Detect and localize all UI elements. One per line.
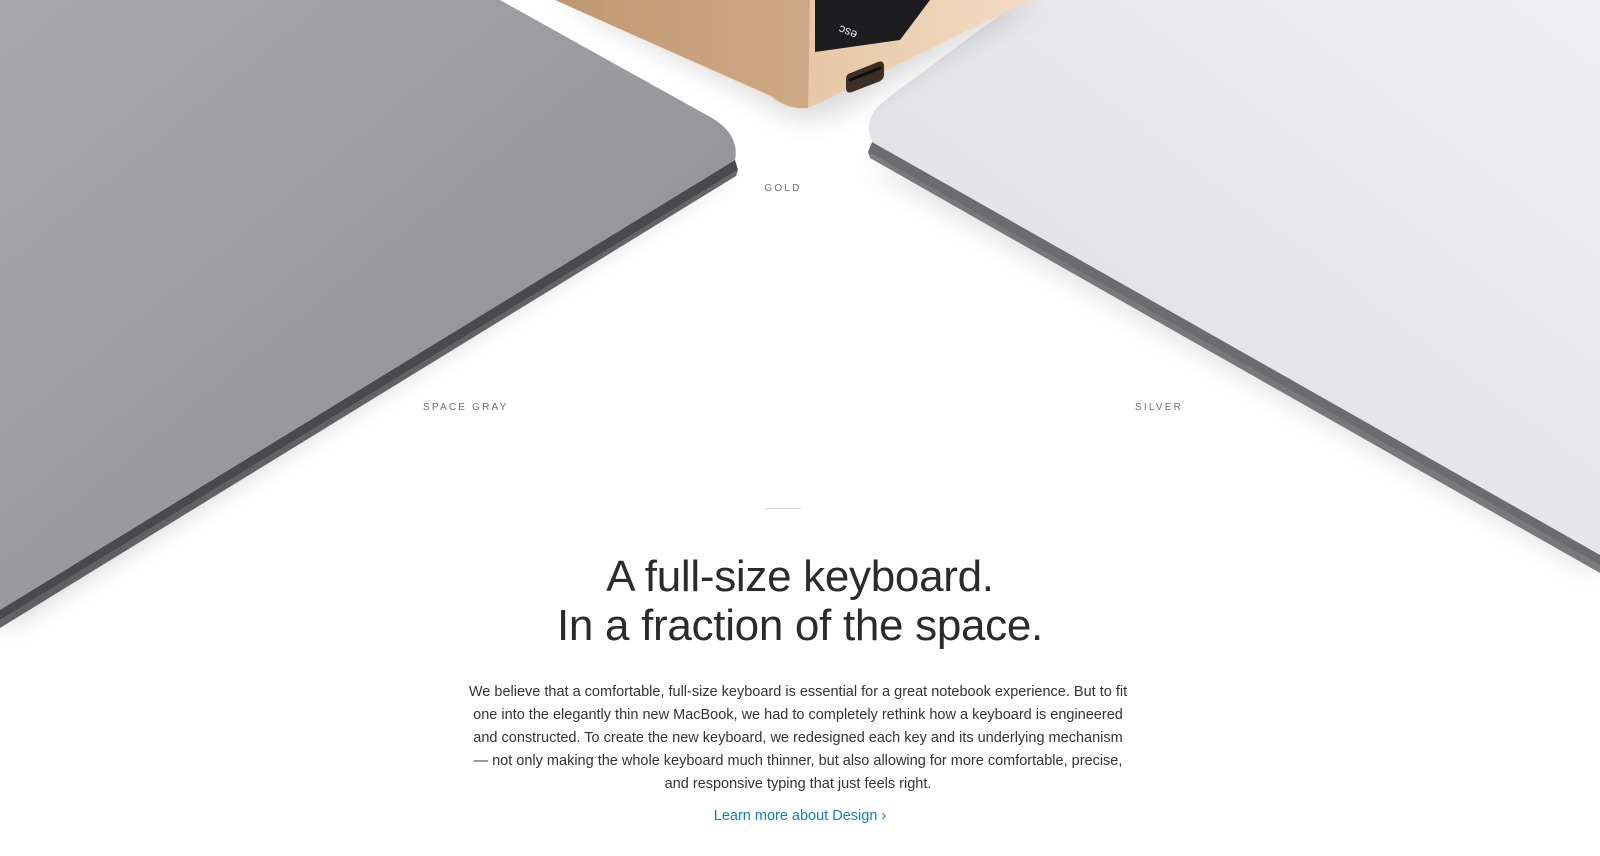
space-gray-macbook bbox=[0, 0, 738, 630]
section-body-copy: We believe that a comfortable, full-size… bbox=[468, 684, 1128, 792]
headline-line-2: In a fraction of the space. bbox=[557, 601, 1043, 650]
learn-more-design-link[interactable]: Learn more about Design › bbox=[500, 806, 1100, 826]
silver-macbook bbox=[865, 0, 1600, 575]
section-divider bbox=[765, 508, 801, 509]
page: esc GOLD SPACE GRAY SILVER A full-size k… bbox=[0, 0, 1600, 856]
gold-color-label: GOLD bbox=[764, 183, 802, 194]
section-headline: A full-size keyboard. In a fraction of t… bbox=[300, 552, 1300, 650]
headline-line-1: A full-size keyboard. bbox=[606, 552, 994, 601]
space-gray-color-label: SPACE GRAY bbox=[423, 402, 509, 413]
silver-color-label: SILVER bbox=[1135, 402, 1184, 413]
